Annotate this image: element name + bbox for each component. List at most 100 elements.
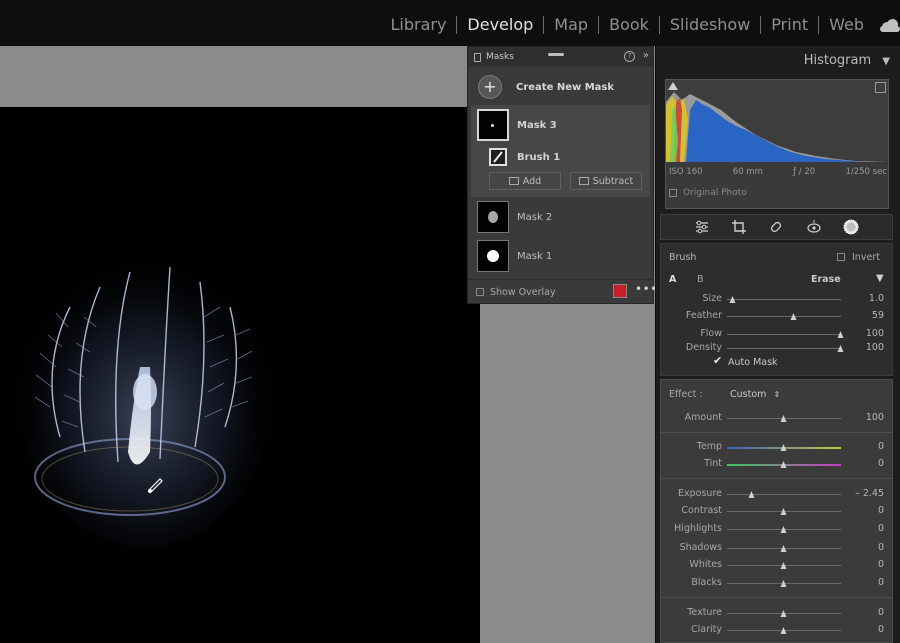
original-photo-checkbox[interactable]	[669, 189, 677, 197]
tint-track[interactable]	[727, 461, 841, 468]
mask-item[interactable]: Mask 2	[468, 200, 653, 234]
erase-tab[interactable]: Erase	[811, 274, 841, 285]
size-slider[interactable]: Size 1.0	[661, 292, 894, 306]
add-button[interactable]: Add	[489, 172, 561, 190]
amount-slider[interactable]: Amount 100	[661, 411, 894, 425]
whites-slider[interactable]: Whites 0	[661, 558, 894, 572]
shadows-value[interactable]: 0	[878, 542, 884, 553]
blacks-knob[interactable]	[780, 580, 787, 587]
amount-knob[interactable]	[780, 415, 787, 422]
feather-value[interactable]: 59	[872, 310, 884, 321]
size-value[interactable]: 1.0	[869, 293, 884, 304]
texture-slider[interactable]: Texture 0	[661, 606, 894, 620]
clarity-track[interactable]	[727, 627, 841, 634]
create-new-mask-button[interactable]: + Create New Mask	[468, 73, 653, 101]
whites-track[interactable]	[727, 562, 841, 569]
density-knob[interactable]	[837, 345, 844, 352]
highlights-knob[interactable]	[780, 526, 787, 533]
contrast-knob[interactable]	[780, 508, 787, 515]
tint-value[interactable]: 0	[878, 458, 884, 469]
module-web[interactable]: Web	[819, 16, 874, 34]
amount-value[interactable]: 100	[866, 412, 884, 423]
amount-label: Amount	[684, 412, 722, 423]
flow-track[interactable]	[727, 331, 844, 338]
healing-icon[interactable]	[768, 219, 784, 235]
help-icon[interactable]: ?	[624, 51, 635, 62]
shadow-clipping-icon[interactable]	[668, 82, 678, 90]
edit-sliders-icon[interactable]	[694, 219, 710, 235]
shadows-slider[interactable]: Shadows 0	[661, 541, 894, 555]
red-eye-icon[interactable]	[806, 219, 822, 235]
blacks-track[interactable]	[727, 580, 841, 587]
texture-track[interactable]	[727, 610, 841, 617]
highlights-slider[interactable]: Highlights 0	[661, 522, 894, 536]
texture-knob[interactable]	[780, 610, 787, 617]
brush-a-tab[interactable]: A	[669, 274, 676, 285]
feather-slider[interactable]: Feather 59	[661, 309, 894, 323]
temp-track[interactable]	[727, 444, 841, 451]
shadows-track[interactable]	[727, 545, 841, 552]
masks-panel-header[interactable]: Masks ? »	[468, 47, 653, 67]
contrast-slider[interactable]: Contrast 0	[661, 504, 894, 518]
size-track[interactable]	[727, 296, 841, 303]
clarity-value[interactable]: 0	[878, 624, 884, 635]
drag-handle-icon[interactable]	[548, 53, 564, 56]
module-library[interactable]: Library	[380, 16, 458, 34]
clarity-slider[interactable]: Clarity 0	[661, 623, 894, 637]
texture-value[interactable]: 0	[878, 607, 884, 618]
module-book[interactable]: Book	[599, 16, 660, 34]
amount-track[interactable]	[727, 415, 841, 422]
exposure-value[interactable]: – 2.45	[855, 488, 884, 499]
whites-value[interactable]: 0	[878, 559, 884, 570]
tint-knob[interactable]	[780, 461, 787, 468]
module-print[interactable]: Print	[761, 16, 820, 34]
exposure-slider[interactable]: Exposure – 2.45	[661, 487, 894, 501]
flow-knob[interactable]	[837, 331, 844, 338]
show-overlay-checkbox[interactable]	[476, 288, 484, 296]
invert-checkbox[interactable]	[837, 253, 845, 261]
exposure-knob[interactable]	[748, 491, 755, 498]
highlight-clipping-icon[interactable]	[875, 82, 886, 93]
mask-item[interactable]: Mask 3	[468, 108, 653, 142]
masking-icon[interactable]	[843, 219, 859, 235]
tint-slider[interactable]: Tint 0	[661, 457, 894, 471]
triangle-down-icon[interactable]: ▼	[876, 273, 884, 284]
feather-knob[interactable]	[790, 313, 797, 320]
crop-icon[interactable]	[731, 219, 747, 235]
cloud-icon[interactable]	[878, 18, 900, 32]
flow-slider[interactable]: Flow 100	[661, 327, 894, 341]
mask-item[interactable]: Mask 1	[468, 239, 653, 273]
subtract-button[interactable]: Subtract	[570, 172, 642, 190]
density-slider[interactable]: Density 100	[661, 341, 894, 355]
feather-track[interactable]	[727, 313, 841, 320]
module-develop[interactable]: Develop	[457, 16, 545, 34]
overlay-color-swatch[interactable]	[613, 284, 627, 298]
temp-value[interactable]: 0	[878, 441, 884, 452]
temp-slider[interactable]: Temp 0	[661, 440, 894, 454]
module-map[interactable]: Map	[544, 16, 600, 34]
blacks-slider[interactable]: Blacks 0	[661, 576, 894, 590]
brush-component-item[interactable]: Brush 1	[468, 146, 653, 168]
temp-knob[interactable]	[780, 444, 787, 451]
original-photo-toggle[interactable]: Original Photo	[669, 188, 747, 198]
shadows-knob[interactable]	[780, 545, 787, 552]
photo-preview[interactable]	[0, 107, 480, 643]
effect-preset-dropdown[interactable]: Custom ⇕	[730, 389, 780, 400]
exposure-track[interactable]	[727, 491, 841, 498]
contrast-track[interactable]	[727, 508, 841, 515]
highlights-value[interactable]: 0	[878, 523, 884, 534]
brush-b-tab[interactable]: B	[697, 274, 704, 285]
auto-mask-checkbox[interactable]: ✔	[713, 355, 723, 366]
module-slideshow[interactable]: Slideshow	[660, 16, 762, 34]
highlights-track[interactable]	[727, 526, 841, 533]
density-track[interactable]	[727, 345, 844, 352]
size-knob[interactable]	[729, 296, 736, 303]
histogram-header[interactable]: Histogram ▼	[804, 53, 890, 68]
clarity-knob[interactable]	[780, 627, 787, 634]
whites-knob[interactable]	[780, 562, 787, 569]
collapse-icon[interactable]: »	[643, 50, 649, 61]
flow-value[interactable]: 100	[866, 328, 884, 339]
blacks-value[interactable]: 0	[878, 577, 884, 588]
contrast-value[interactable]: 0	[878, 505, 884, 516]
density-value[interactable]: 100	[866, 342, 884, 353]
